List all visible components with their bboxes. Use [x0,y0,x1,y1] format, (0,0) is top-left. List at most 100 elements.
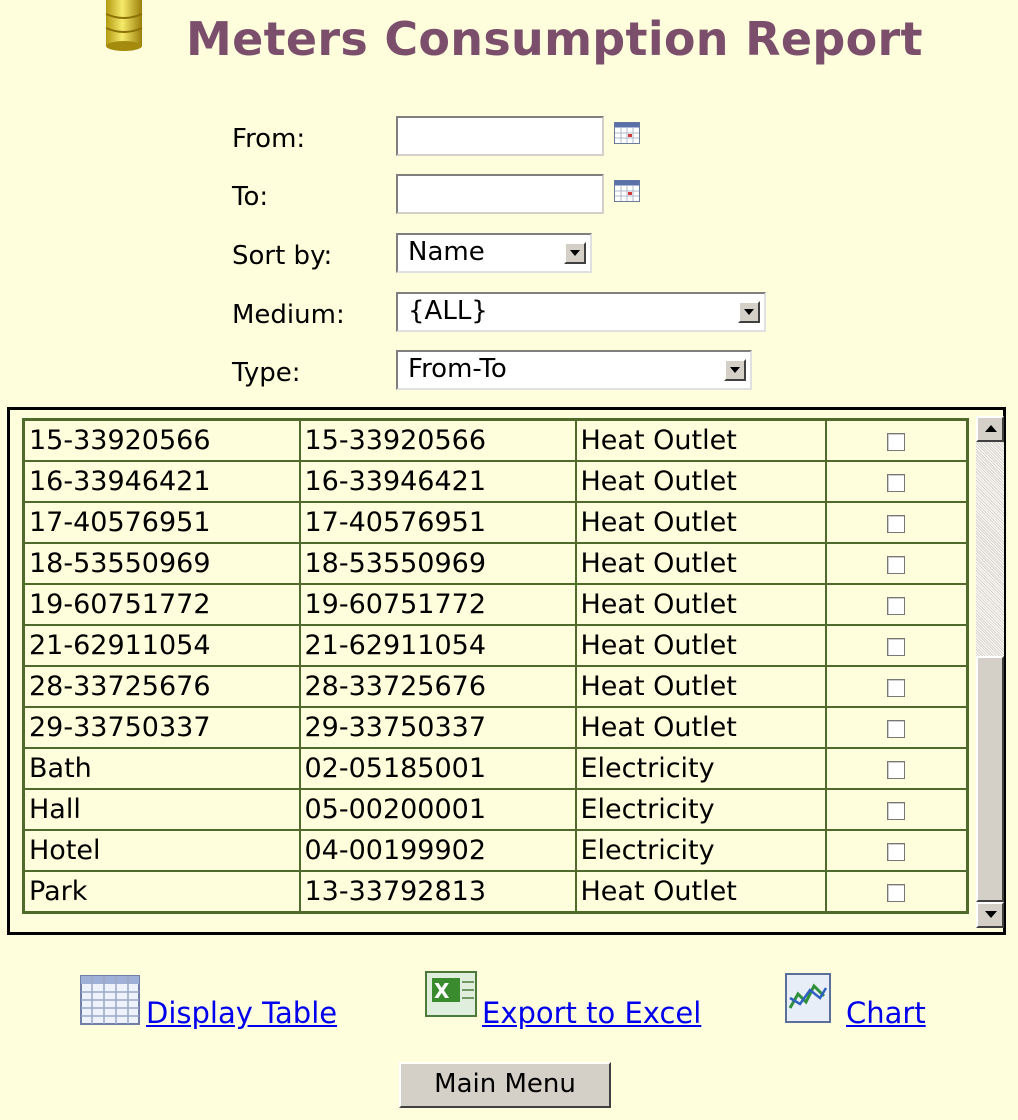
meter-name-cell: 18-53550969 [22,542,301,585]
export-excel-link[interactable]: Export to Excel [482,996,701,1030]
meter-name-cell: 21-62911054 [22,624,301,667]
meter-number-cell: 13-33792813 [298,870,577,914]
chevron-down-icon[interactable] [738,301,760,323]
table-row[interactable]: 28-33725676 28-33725676 Heat Outlet [22,665,969,708]
select-cell [824,706,969,749]
medium-cell: Heat Outlet [574,460,827,503]
meter-name-cell: Hotel [22,829,301,872]
medium-cell: Heat Outlet [574,624,827,667]
table-row[interactable]: Park 13-33792813 Heat Outlet [22,870,969,914]
row-checkbox[interactable] [887,760,906,779]
table-row[interactable]: 16-33946421 16-33946421 Heat Outlet [22,460,969,503]
svg-text:X: X [434,979,450,1003]
page-header: Meters Consumption Report [0,0,1018,92]
to-row: To: [232,174,832,222]
action-bar: Display Table X Export to Excel Chart [0,960,1018,1040]
table-icon[interactable] [80,968,142,1028]
sortby-label: Sort by: [232,241,333,271]
calendar-icon[interactable] [614,122,640,144]
meter-name-cell: 19-60751772 [22,583,301,626]
calendar-icon[interactable] [614,180,640,202]
table-row[interactable]: 15-33920566 15-33920566 Heat Outlet [22,418,969,462]
meter-number-cell: 15-33920566 [298,418,577,462]
display-table-link[interactable]: Display Table [146,996,337,1030]
row-checkbox[interactable] [887,637,906,656]
row-checkbox[interactable] [887,596,906,615]
meter-number-cell: 29-33750337 [298,706,577,749]
to-date-input[interactable] [396,174,604,214]
meter-number-cell: 19-60751772 [298,583,577,626]
table-row[interactable]: 18-53550969 18-53550969 Heat Outlet [22,542,969,585]
medium-cell: Heat Outlet [574,870,827,914]
meter-number-cell: 16-33946421 [298,460,577,503]
medium-cell: Electricity [574,747,827,790]
meter-number-cell: 21-62911054 [298,624,577,667]
sortby-row: Sort by: Name [232,233,832,281]
meter-name-cell: 15-33920566 [22,418,301,462]
excel-icon[interactable]: X [420,968,482,1028]
medium-row: Medium: {ALL} [232,292,832,340]
row-checkbox[interactable] [887,719,906,738]
row-checkbox[interactable] [887,842,906,861]
medium-cell: Heat Outlet [574,583,827,626]
table-row[interactable]: Hotel 04-00199902 Electricity [22,829,969,872]
row-checkbox[interactable] [887,432,906,451]
select-cell [824,542,969,585]
type-select[interactable]: From-To [396,350,752,390]
chart-link[interactable]: Chart [846,996,926,1030]
select-cell [824,870,969,914]
medium-cell: Electricity [574,829,827,872]
table-row[interactable]: Hall 05-00200001 Electricity [22,788,969,831]
row-checkbox[interactable] [887,678,906,697]
meter-number-cell: 17-40576951 [298,501,577,544]
meter-name-cell: 16-33946421 [22,460,301,503]
medium-cell: Heat Outlet [574,418,827,462]
table-row[interactable]: Bath 02-05185001 Electricity [22,747,969,790]
scroll-down-icon[interactable] [976,902,1004,928]
type-value: From-To [408,354,507,384]
row-checkbox[interactable] [887,555,906,574]
database-icon [105,0,143,51]
table-row[interactable]: 21-62911054 21-62911054 Heat Outlet [22,624,969,667]
medium-select[interactable]: {ALL} [396,292,766,332]
meters-table: 15-33920566 15-33920566 Heat Outlet 16-3394… [22,418,969,914]
select-cell [824,501,969,544]
vertical-scrollbar[interactable] [976,416,1004,928]
chevron-down-icon[interactable] [564,242,586,264]
sortby-value: Name [408,237,485,267]
row-checkbox[interactable] [887,883,906,902]
chart-icon[interactable] [784,968,846,1028]
medium-cell: Heat Outlet [574,665,827,708]
select-cell [824,665,969,708]
medium-cell: Heat Outlet [574,501,827,544]
sortby-select[interactable]: Name [396,233,592,273]
meter-number-cell: 28-33725676 [298,665,577,708]
row-checkbox[interactable] [887,473,906,492]
meter-name-cell: 28-33725676 [22,665,301,708]
select-cell [824,624,969,667]
meter-number-cell: 02-05185001 [298,747,577,790]
select-cell [824,418,969,462]
row-checkbox[interactable] [887,801,906,820]
meter-name-cell: Bath [22,747,301,790]
from-date-input[interactable] [396,116,604,156]
chevron-down-icon[interactable] [724,359,746,381]
scroll-up-icon[interactable] [976,416,1004,442]
row-checkbox[interactable] [887,514,906,533]
table-row[interactable]: 17-40576951 17-40576951 Heat Outlet [22,501,969,544]
main-menu-button[interactable]: Main Menu [399,1062,611,1108]
select-cell [824,747,969,790]
to-label: To: [232,182,269,212]
scrollbar-thumb[interactable] [976,656,1004,902]
meter-number-cell: 05-00200001 [298,788,577,831]
table-row[interactable]: 19-60751772 19-60751772 Heat Outlet [22,583,969,626]
type-row: Type: From-To [232,350,832,398]
type-label: Type: [232,358,301,388]
table-row[interactable]: 29-33750337 29-33750337 Heat Outlet [22,706,969,749]
medium-value: {ALL} [408,296,488,326]
medium-cell: Heat Outlet [574,542,827,585]
scrollbar-track[interactable] [976,442,1004,656]
page-title: Meters Consumption Report [186,12,923,66]
medium-label: Medium: [232,300,345,330]
select-cell [824,788,969,831]
